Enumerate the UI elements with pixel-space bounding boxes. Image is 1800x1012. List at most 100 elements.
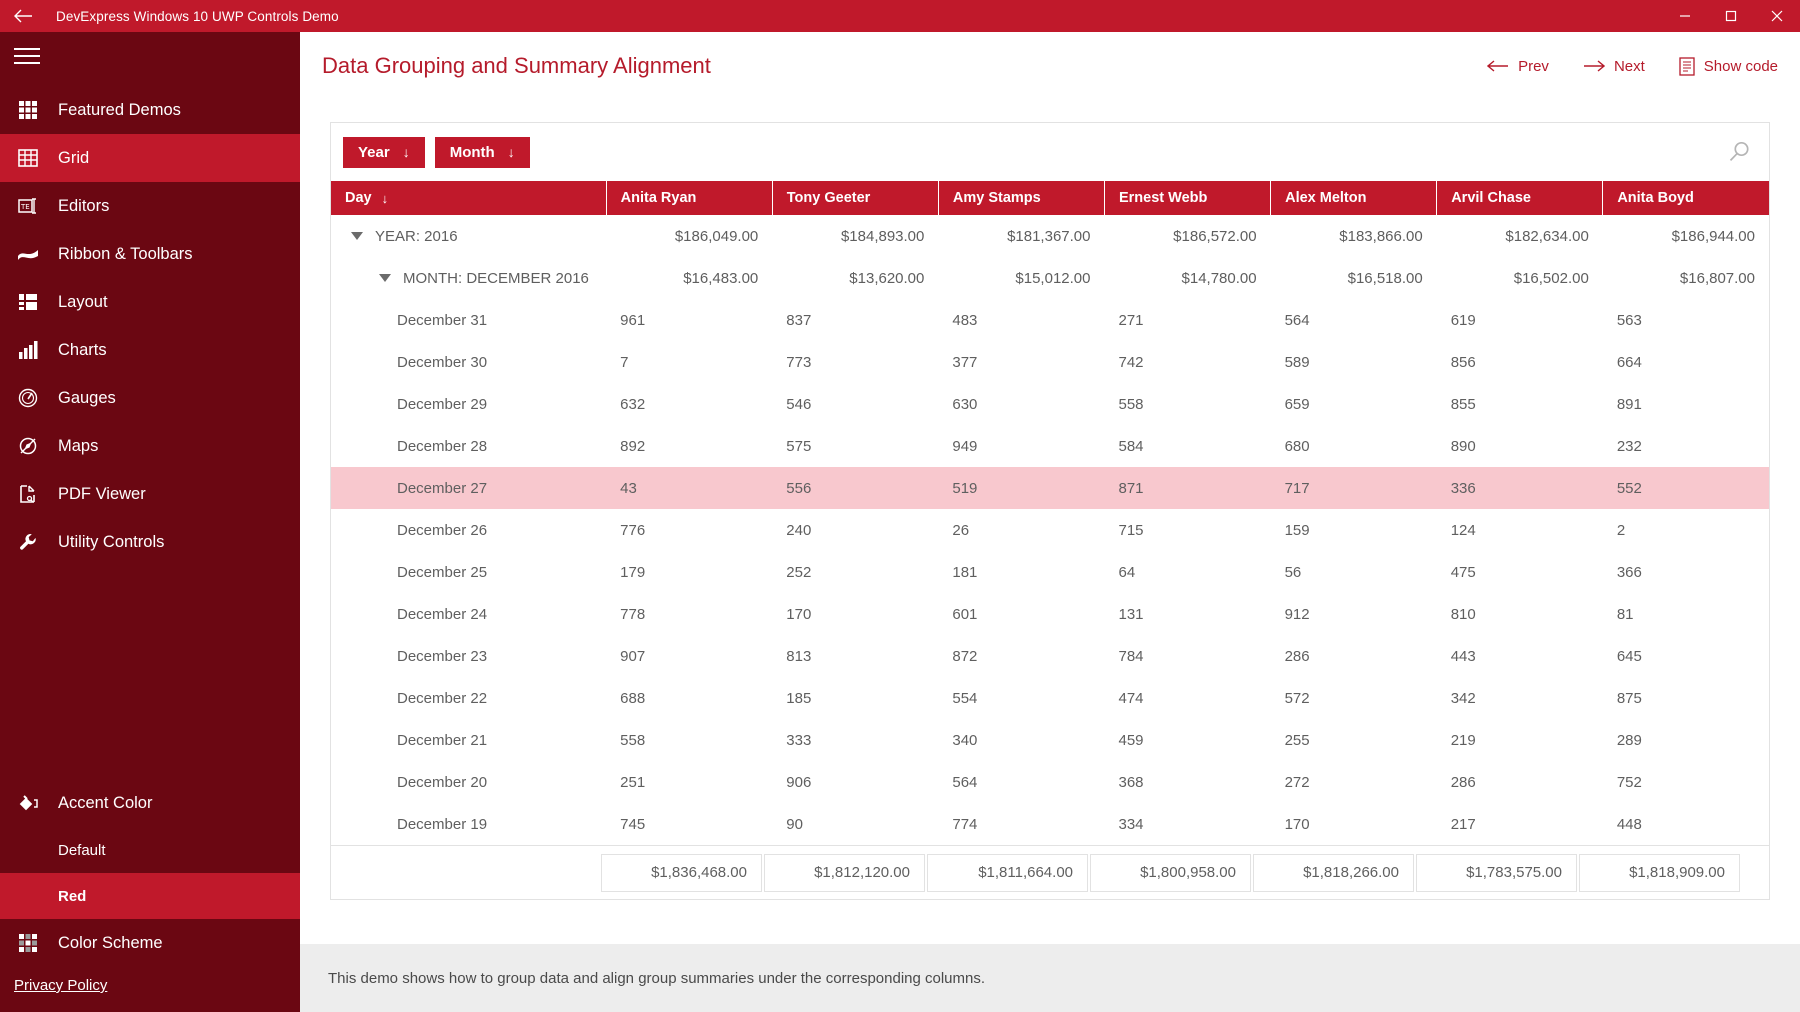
maximize-button[interactable] <box>1708 0 1754 32</box>
value-cell: 124 <box>1450 521 1476 539</box>
svg-text:TE: TE <box>20 203 30 211</box>
table-row[interactable]: December 21 558 333 340 459 255 219 289 <box>331 719 1769 761</box>
column-header-day[interactable]: Day ↓ <box>331 181 607 215</box>
group-row-label-cell: YEAR: 2016 <box>331 215 606 257</box>
table-row[interactable]: December 19 745 90 774 334 170 217 448 <box>331 803 1769 845</box>
value-cell: 64 <box>1118 563 1136 581</box>
hamburger-icon[interactable] <box>0 32 300 80</box>
sidebar-item-label: Charts <box>58 340 107 359</box>
sidebar-item-ribbon-toolbars[interactable]: Ribbon & Toolbars <box>0 230 300 278</box>
group-row-label: MONTH: DECEMBER 2016 <box>403 269 589 287</box>
sidebar-item-charts[interactable]: Charts <box>0 326 300 374</box>
value-cell: 856 <box>1450 353 1476 371</box>
sidebar-item-label: Gauges <box>58 388 116 407</box>
sidebar-item-editors[interactable]: TE Editors <box>0 182 300 230</box>
group-row-year[interactable]: YEAR: 2016 $186,049.00 $184,893.00 $181,… <box>331 215 1769 257</box>
close-button[interactable] <box>1754 0 1800 32</box>
column-header-alex-melton[interactable]: Alex Melton <box>1270 181 1438 215</box>
table-row[interactable]: December 20 251 906 564 368 272 286 752 <box>331 761 1769 803</box>
prev-button[interactable]: Prev <box>1487 58 1549 75</box>
table-row[interactable]: December 29 632 546 630 558 659 855 891 <box>331 383 1769 425</box>
column-header-tony-geeter[interactable]: Tony Geeter <box>772 181 939 215</box>
value-cell: 961 <box>620 311 646 329</box>
total-cell: $1,800,958.00 <box>1090 853 1251 892</box>
accent-option-red[interactable]: Red <box>0 873 300 919</box>
value-cell: 81 <box>1616 605 1634 623</box>
total-cell: $1,818,909.00 <box>1579 853 1740 892</box>
value-cell: 240 <box>786 521 812 539</box>
value-cell: 475 <box>1450 563 1476 581</box>
day-cell: December 24 <box>397 605 488 623</box>
sidebar-item-grid[interactable]: Grid <box>0 134 300 182</box>
total-cell: $1,818,266.00 <box>1253 853 1414 892</box>
sidebar-item-layout[interactable]: Layout <box>0 278 300 326</box>
sidebar-item-pdf-viewer[interactable]: PDF Viewer <box>0 470 300 518</box>
column-header-ernest-webb[interactable]: Ernest Webb <box>1104 181 1272 215</box>
group-chip-month[interactable]: Month ↓ <box>434 136 530 168</box>
sidebar-item-featured-demos[interactable]: Featured Demos <box>0 86 300 134</box>
value-cell: 619 <box>1450 311 1476 329</box>
sidebar-item-maps[interactable]: Maps <box>0 422 300 470</box>
grid-apps-icon <box>14 96 42 124</box>
value-cell: 286 <box>1450 773 1476 791</box>
minimize-button[interactable] <box>1662 0 1708 32</box>
sidebar-item-gauges[interactable]: Gauges <box>0 374 300 422</box>
table-row[interactable]: December 31 961 837 483 271 564 619 563 <box>331 299 1769 341</box>
next-button[interactable]: Next <box>1583 58 1645 75</box>
table-row[interactable]: December 22 688 185 554 474 572 342 875 <box>331 677 1769 719</box>
sidebar-item-utility-controls[interactable]: Utility Controls <box>0 518 300 566</box>
value-cell: 368 <box>1118 773 1144 791</box>
table-row[interactable]: December 30 7 773 377 742 589 856 664 <box>331 341 1769 383</box>
value-cell: 906 <box>786 773 812 791</box>
table-row[interactable]: December 27 43 556 519 871 717 336 552 <box>331 467 1769 509</box>
compass-icon <box>14 432 42 460</box>
show-code-button[interactable]: Show code <box>1679 56 1778 76</box>
description-wrapper: This demo shows how to group data and al… <box>300 900 1800 1012</box>
accent-option-default[interactable]: Default <box>0 827 300 873</box>
column-header-label: Day <box>345 190 372 206</box>
sidebar-item-label: PDF Viewer <box>58 484 146 503</box>
value-cell: 459 <box>1118 731 1144 749</box>
grid-body: YEAR: 2016 $186,049.00 $184,893.00 $181,… <box>331 215 1769 299</box>
table-row[interactable]: December 24 778 170 601 131 912 810 81 <box>331 593 1769 635</box>
sort-descending-icon: ↓ <box>507 144 515 160</box>
value-cell: 217 <box>1450 815 1476 833</box>
column-header-anita-boyd[interactable]: Anita Boyd <box>1602 181 1769 215</box>
value-cell: 912 <box>1284 605 1310 623</box>
color-palette-icon <box>14 929 42 957</box>
group-chip-year[interactable]: Year ↓ <box>343 136 425 168</box>
group-row-month[interactable]: MONTH: DECEMBER 2016 $16,483.00 $13,620.… <box>331 257 1769 299</box>
group-summary-cell: $186,049.00 <box>674 227 759 245</box>
sidebar-item-accent-color[interactable]: Accent Color <box>0 779 300 827</box>
table-row[interactable]: December 28 892 575 949 584 680 890 232 <box>331 425 1769 467</box>
value-cell: 519 <box>938 467 1105 509</box>
table-row[interactable]: December 26 776 240 26 715 159 124 2 <box>331 509 1769 551</box>
sidebar-item-label: Utility Controls <box>58 532 165 551</box>
privacy-policy-link[interactable]: Privacy Policy <box>0 967 300 1012</box>
expand-collapse-icon[interactable] <box>379 274 391 282</box>
value-cell: 745 <box>620 815 646 833</box>
value-cell: 688 <box>620 689 646 707</box>
back-arrow-icon[interactable] <box>0 0 46 32</box>
sidebar-item-color-scheme[interactable]: Color Scheme <box>0 919 300 967</box>
demo-description: This demo shows how to group data and al… <box>300 944 1800 1012</box>
expand-collapse-icon[interactable] <box>351 232 363 240</box>
column-header-amy-stamps[interactable]: Amy Stamps <box>938 181 1105 215</box>
group-summary-cell: $183,866.00 <box>1339 227 1423 245</box>
table-row[interactable]: December 23 907 813 872 784 286 443 645 <box>331 635 1769 677</box>
value-cell: 575 <box>786 437 812 455</box>
day-cell: December 29 <box>397 395 488 413</box>
value-cell: 630 <box>952 395 978 413</box>
group-summary-cell: $186,572.00 <box>1173 227 1257 245</box>
total-cell: $1,783,575.00 <box>1416 853 1577 892</box>
sidebar-item-label: Maps <box>58 436 99 455</box>
day-cell: December 22 <box>397 689 488 707</box>
value-cell: 554 <box>952 689 978 707</box>
column-header-arvil-chase[interactable]: Arvil Chase <box>1436 181 1604 215</box>
table-row[interactable]: December 25 179 252 181 64 56 475 366 <box>331 551 1769 593</box>
column-header-label: Alex Melton <box>1285 190 1367 206</box>
column-header-anita-ryan[interactable]: Anita Ryan <box>606 181 773 215</box>
value-cell: 564 <box>952 773 978 791</box>
search-icon[interactable] <box>1719 132 1759 172</box>
